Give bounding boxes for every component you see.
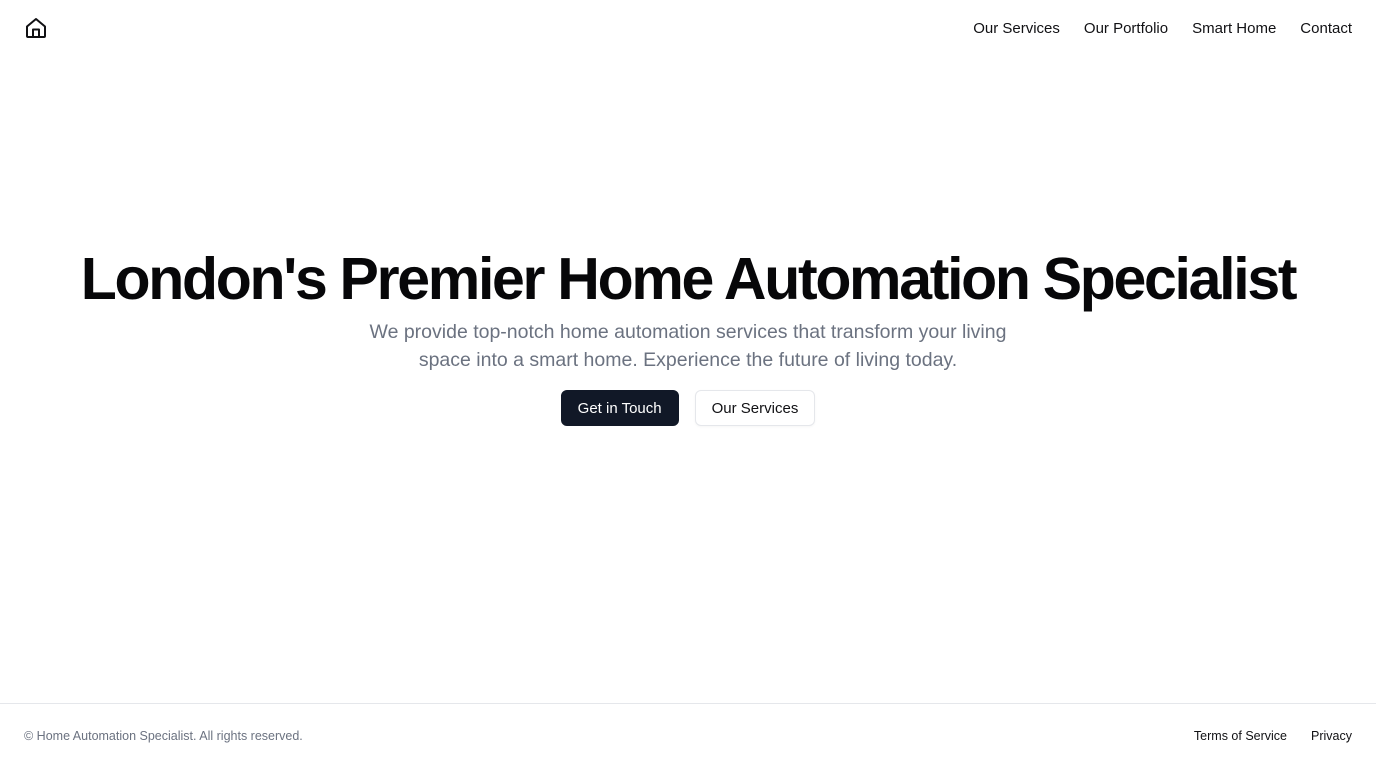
nav-contact[interactable]: Contact [1300,20,1352,37]
hero-actions: Get in Touch Our Services [560,390,816,426]
hero-section: London's Premier Home Automation Special… [0,244,1376,426]
footer-link-terms[interactable]: Terms of Service [1194,729,1287,743]
hero-subtitle: We provide top-notch home automation ser… [369,321,1007,371]
footer-copyright: © Home Automation Specialist. All rights… [24,729,303,743]
home-icon [24,16,48,40]
home-logo-link[interactable] [24,16,48,40]
hero-title: London's Premier Home Automation Special… [80,246,1298,312]
site-footer: © Home Automation Specialist. All rights… [0,703,1376,768]
nav-our-services[interactable]: Our Services [973,20,1060,37]
our-services-button[interactable]: Our Services [694,390,816,426]
main-nav: Our Services Our Portfolio Smart Home Co… [973,20,1352,37]
footer-link-privacy[interactable]: Privacy [1311,729,1352,743]
footer-nav: Terms of Service Privacy [1194,729,1352,743]
nav-our-portfolio[interactable]: Our Portfolio [1084,20,1168,37]
get-in-touch-button[interactable]: Get in Touch [560,390,679,426]
site-header: Our Services Our Portfolio Smart Home Co… [0,0,1376,56]
page: Our Services Our Portfolio Smart Home Co… [0,0,1376,768]
nav-smart-home[interactable]: Smart Home [1192,20,1276,37]
